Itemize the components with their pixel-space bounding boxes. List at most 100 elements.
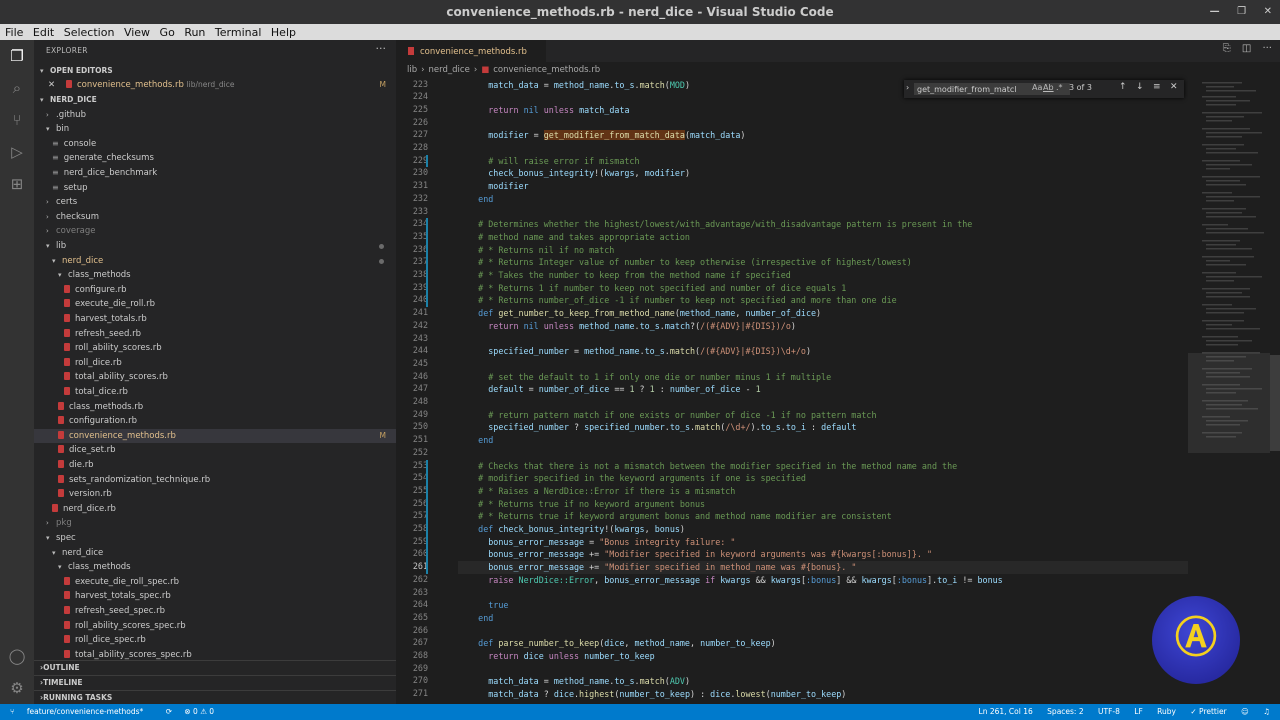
code-line[interactable]: # * Returns Integer value of number to k… (458, 256, 912, 269)
scrollbar-thumb[interactable] (1270, 355, 1280, 451)
tree-file[interactable]: refresh_seed_spec.rb (34, 604, 396, 619)
tab-convenience-methods[interactable]: convenience_methods.rb M✕ (396, 40, 546, 79)
tree-folder[interactable]: › checksum (34, 210, 396, 225)
code-line[interactable]: # * Raises a NerdDice::Error if there is… (458, 485, 735, 498)
code-line[interactable]: specified_number = method_name.to_s.matc… (458, 345, 811, 358)
match-word-toggle[interactable]: Ab (1043, 83, 1054, 92)
problems-indicator[interactable]: ⊗ 0 ⚠ 0 (184, 707, 214, 716)
code-line[interactable]: # modifier specified in the keyword argu… (458, 472, 806, 485)
menu-view[interactable]: View (119, 24, 150, 39)
code-line[interactable]: # method name and takes appropriate acti… (458, 231, 690, 244)
match-case-toggle[interactable]: Aa (1032, 83, 1042, 92)
code-line[interactable]: match_data ? dice.highest(number_to_keep… (458, 688, 846, 701)
tree-file[interactable]: ≡ setup (34, 181, 396, 196)
tree-file[interactable]: die.rb (34, 458, 396, 473)
code-line[interactable]: def parse_number_to_keep(dice, method_na… (458, 637, 776, 650)
code-line[interactable]: end (458, 193, 493, 206)
code-line[interactable]: match_data = method_name.to_s.match(ADV) (458, 675, 690, 688)
code-line[interactable]: # * Returns nil if no match (458, 244, 614, 257)
maximize-icon[interactable]: ❐ (1237, 6, 1246, 17)
tree-file[interactable]: convenience_methods.rb M (34, 428, 396, 444)
tree-folder[interactable]: › .github (34, 108, 396, 123)
open-changes-icon[interactable]: ⎘ (1223, 43, 1231, 54)
breadcrumb-file[interactable]: convenience_methods.rb (493, 65, 600, 75)
code-line[interactable]: # * Takes the number to keep from the me… (458, 269, 791, 282)
tree-file[interactable]: nerd_dice.rb (34, 502, 396, 517)
code-line[interactable]: modifier = get_modifier_from_match_data(… (458, 129, 745, 142)
code-line[interactable]: def check_bonus_integrity!(kwargs, bonus… (458, 523, 685, 536)
tree-file[interactable]: roll_ability_scores.rb (34, 341, 396, 356)
code-line[interactable]: # * Returns true if keyword argument bon… (458, 510, 891, 523)
tree-folder[interactable]: ▾ class_methods (34, 268, 396, 283)
source-control-icon[interactable]: ⑂ (7, 110, 27, 130)
tree-folder[interactable]: ▾ bin (34, 122, 396, 137)
indentation[interactable]: Spaces: 2 (1047, 707, 1083, 716)
tree-file[interactable]: execute_die_roll.rb (34, 297, 396, 312)
feedback-icon[interactable]: ☺ (1241, 707, 1249, 716)
code-line[interactable]: bonus_error_message += "Modifier specifi… (458, 561, 1188, 574)
code-line[interactable]: raise NerdDice::Error, bonus_error_messa… (458, 574, 1002, 587)
settings-gear-icon[interactable]: ⚙ (7, 678, 27, 698)
tree-folder[interactable]: ▾ lib (34, 239, 396, 254)
code-line[interactable]: bonus_error_message = "Bonus integrity f… (458, 536, 735, 549)
breadcrumb-lib[interactable]: lib (407, 65, 417, 75)
workspace-root[interactable]: ▾ NERD_DICE (34, 93, 396, 108)
code-line[interactable]: end (458, 612, 493, 625)
encoding[interactable]: UTF-8 (1098, 707, 1120, 716)
close-window-icon[interactable]: ✕ (1264, 6, 1272, 17)
code-line[interactable]: # Checks that there is not a mismatch be… (458, 460, 957, 473)
menu-file[interactable]: File (0, 24, 23, 39)
running-tasks-section[interactable]: ›RUNNING TASKS (34, 690, 396, 704)
tree-file[interactable]: roll_dice.rb (34, 356, 396, 371)
code-line[interactable]: bonus_error_message += "Modifier specifi… (458, 548, 932, 561)
timeline-section[interactable]: ›TIMELINE (34, 675, 396, 690)
tree-file[interactable]: version.rb (34, 487, 396, 502)
code-line[interactable]: end (458, 434, 493, 447)
code-line[interactable]: default = number_of_dice == 1 ? 1 : numb… (458, 383, 760, 396)
tree-folder[interactable]: › certs (34, 195, 396, 210)
tree-file[interactable]: roll_dice_spec.rb (34, 633, 396, 648)
editor-scrollbar[interactable] (1270, 78, 1280, 704)
tree-file[interactable]: refresh_seed.rb (34, 327, 396, 342)
open-editor-item[interactable]: ✕ convenience_methods.rb lib/nerd_dice M (34, 78, 396, 93)
code-line[interactable]: return dice unless number_to_keep (458, 650, 654, 663)
regex-toggle[interactable]: .* (1056, 83, 1063, 92)
cursor-position[interactable]: Ln 261, Col 16 (979, 707, 1033, 716)
tree-folder[interactable]: ▾ spec (34, 531, 396, 546)
code-editor[interactable]: match_data = method_name.to_s.match(MOD)… (458, 78, 1188, 704)
code-line[interactable]: true (458, 599, 508, 612)
end-of-line[interactable]: LF (1134, 707, 1143, 716)
code-line[interactable]: def get_number_to_keep_from_method_name(… (458, 307, 821, 320)
close-editor-icon[interactable]: ✕ (34, 78, 66, 93)
tree-folder[interactable]: ▾ class_methods (34, 560, 396, 575)
notifications-icon[interactable]: ♫ (1263, 707, 1270, 716)
tree-file[interactable]: configuration.rb (34, 414, 396, 429)
tree-folder[interactable]: ▾ nerd_dice (34, 546, 396, 561)
tree-file[interactable]: harvest_totals_spec.rb (34, 589, 396, 604)
search-icon[interactable]: ⌕ (7, 78, 27, 98)
tree-file[interactable]: harvest_totals.rb (34, 312, 396, 327)
tree-file[interactable]: ≡ nerd_dice_benchmark (34, 166, 396, 181)
tree-folder[interactable]: › pkg (34, 516, 396, 531)
more-actions-icon[interactable]: ··· (376, 42, 387, 55)
code-line[interactable]: return nil unless match_data (458, 104, 629, 117)
toggle-replace-icon[interactable]: › (906, 83, 909, 92)
tree-file[interactable]: roll_ability_scores_spec.rb (34, 619, 396, 634)
prettier-status[interactable]: ✓ Prettier (1190, 707, 1226, 716)
code-line[interactable]: check_bonus_integrity!(kwargs, modifier) (458, 167, 690, 180)
code-line[interactable]: # set the default to 1 if only one die o… (458, 371, 831, 384)
tree-file[interactable]: dice_set.rb (34, 443, 396, 458)
code-line[interactable]: # * Returns 1 if number to keep not spec… (458, 282, 846, 295)
breadcrumb-nerd-dice[interactable]: nerd_dice (429, 65, 470, 75)
code-line[interactable]: match_data = method_name.to_s.match(MOD) (458, 79, 690, 92)
find-in-selection-icon[interactable]: ≡ (1153, 82, 1161, 92)
more-actions-icon[interactable]: ··· (1262, 43, 1272, 54)
tree-file[interactable]: total_ability_scores_spec.rb (34, 648, 396, 663)
sync-icon[interactable]: ⟳ (166, 707, 172, 716)
code-line[interactable]: return nil unless method_name.to_s.match… (458, 320, 796, 333)
menu-edit[interactable]: Edit (28, 24, 54, 39)
tree-file[interactable]: total_ability_scores.rb (34, 370, 396, 385)
tree-folder[interactable]: › coverage (34, 224, 396, 239)
code-line[interactable]: # * Returns true if no keyword argument … (458, 498, 705, 511)
menu-terminal[interactable]: Terminal (210, 24, 262, 39)
